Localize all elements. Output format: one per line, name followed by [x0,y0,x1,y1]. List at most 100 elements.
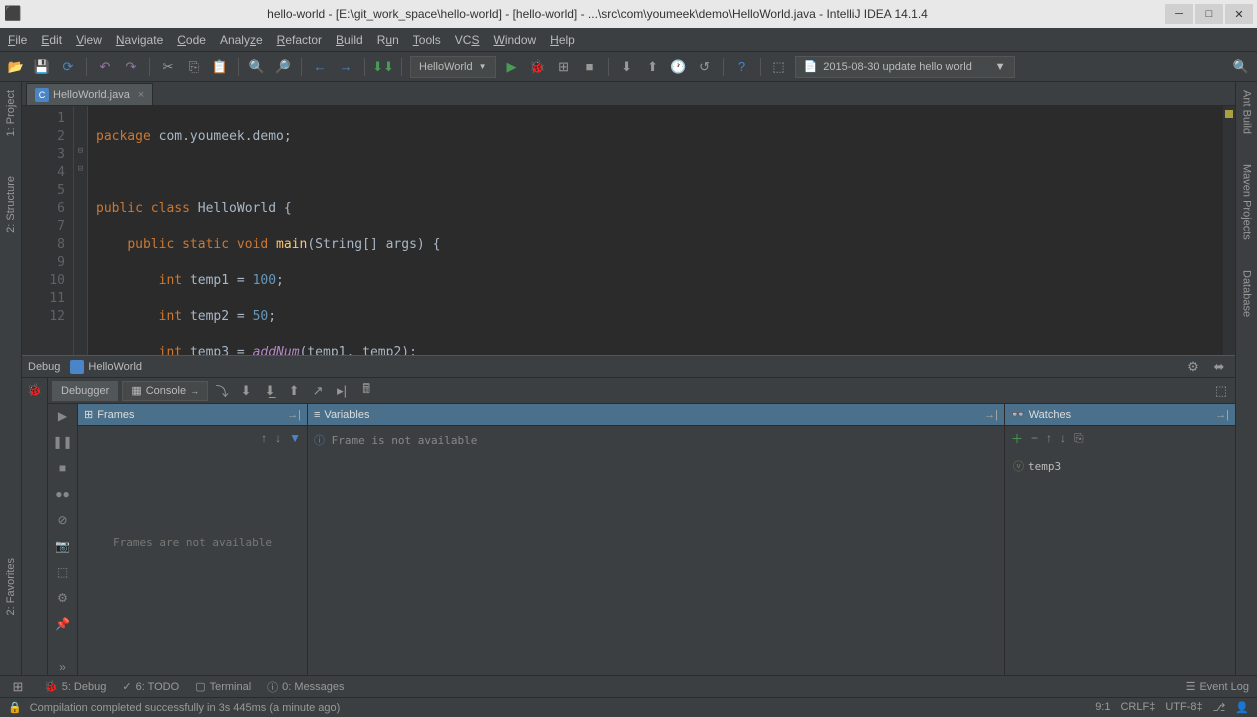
menu-analyze[interactable]: Analyze [220,33,263,47]
vcs-history-icon[interactable]: 🕐 [669,57,689,77]
watch-up-icon[interactable]: ↑ [1046,431,1052,445]
caret-position[interactable]: 9:1 [1095,701,1110,714]
fold-icon[interactable]: ⊟ [74,146,87,164]
hide-icon[interactable]: →| [287,409,301,421]
run-config-select[interactable]: HelloWorld ▼ [410,56,496,78]
tab-close-icon[interactable]: × [138,89,144,101]
get-thread-dump-icon[interactable]: 📷 [55,538,71,554]
view-breakpoints-icon[interactable]: ●● [55,486,71,502]
evaluate-icon[interactable]: 🖩 [356,381,376,401]
filter-icon[interactable]: ▼ [289,431,301,445]
hide-icon[interactable]: →| [984,409,998,421]
tab-helloworld[interactable]: C HelloWorld.java × [26,83,153,105]
run-to-cursor-icon[interactable]: ▸| [332,381,352,401]
code-area[interactable]: package com.youmeek.demo; public class H… [88,106,1235,355]
restore-icon[interactable]: ⬚ [55,564,71,580]
paste-icon[interactable]: 📋 [210,57,230,77]
tool-favorites[interactable]: 2: Favorites [5,558,17,615]
undo-icon[interactable]: ↶ [95,57,115,77]
search-everywhere-icon[interactable]: 🔍 [1231,57,1251,77]
drop-frame-icon[interactable]: ↗ [308,381,328,401]
tool-messages[interactable]: ⓘ0: Messages [267,679,344,695]
menu-refactor[interactable]: Refactor [277,33,322,47]
make-icon[interactable]: ⬇⬇ [373,57,393,77]
help-icon[interactable]: ? [732,57,752,77]
tool-ant[interactable]: Ant Build [1241,90,1253,134]
tool-window-icon[interactable]: ⊞ [8,677,28,697]
remove-watch-icon[interactable]: − [1031,431,1038,445]
copy-icon[interactable]: ⎘ [184,57,204,77]
prev-frame-icon[interactable]: ↑ [261,431,267,445]
back-icon[interactable]: ← [310,57,330,77]
menu-help[interactable]: Help [550,33,575,47]
tool-structure[interactable]: 2: Structure [5,176,17,233]
minimize-panel-icon[interactable]: ⬌ [1209,357,1229,377]
editor-scrollbar[interactable] [1223,106,1235,355]
menu-edit[interactable]: Edit [41,33,62,47]
redo-icon[interactable]: ↷ [121,57,141,77]
next-frame-icon[interactable]: ↓ [275,431,281,445]
minimize-button[interactable]: ─ [1165,4,1193,24]
stop-icon[interactable]: ■ [580,57,600,77]
menu-tools[interactable]: Tools [413,33,441,47]
sync-icon[interactable]: ⟳ [58,57,78,77]
copy-watch-icon[interactable]: ⎘ [1074,431,1084,446]
tool-todo[interactable]: ✓6: TODO [122,680,179,693]
resume-icon[interactable]: ▶ [55,408,71,424]
close-button[interactable]: ✕ [1225,4,1253,24]
rerun-icon[interactable]: 🐞 [27,382,43,398]
editor[interactable]: 123456789101112 ⊟⊟ package com.youmeek.d… [22,106,1235,355]
watch-down-icon[interactable]: ↓ [1060,431,1066,445]
menu-run[interactable]: Run [377,33,399,47]
force-step-icon[interactable]: ⬇̲ [260,381,280,401]
tool-maven[interactable]: Maven Projects [1241,164,1253,240]
menu-window[interactable]: Window [493,33,536,47]
git-branch-icon[interactable]: ⎇ [1213,701,1226,714]
lock-icon[interactable]: 🔒 [8,701,22,714]
tool-project[interactable]: 1: Project [5,90,17,136]
structure-icon[interactable]: ⬚ [769,57,789,77]
watch-item[interactable]: ⓥ temp3 [1011,456,1229,476]
tool-debug[interactable]: 🐞5: Debug [44,680,106,693]
mute-breakpoints-icon[interactable]: ⊘ [55,512,71,528]
find-icon[interactable]: 🔍 [247,57,267,77]
settings-icon[interactable]: ⚙ [55,590,71,606]
run-icon[interactable]: ▶ [502,57,522,77]
step-into-icon[interactable]: ⬇ [236,381,256,401]
more-icon[interactable]: » [55,659,71,675]
coverage-icon[interactable]: ⊞ [554,57,574,77]
tab-debugger[interactable]: Debugger [52,381,118,401]
vcs-changelist-select[interactable]: 📄 2015-08-30 update hello world ▼ [795,56,1015,78]
gear-icon[interactable]: ⚙ [1183,357,1203,377]
restore-layout-icon[interactable]: ⬚ [1211,381,1231,401]
replace-icon[interactable]: 🔎 [273,57,293,77]
maximize-button[interactable]: □ [1195,4,1223,24]
menu-build[interactable]: Build [336,33,363,47]
hide-icon[interactable]: →| [1215,409,1229,421]
vcs-update-icon[interactable]: ⬇ [617,57,637,77]
save-icon[interactable]: 💾 [32,57,52,77]
menu-file[interactable]: File [8,33,27,47]
open-icon[interactable]: 📂 [6,57,26,77]
tool-terminal[interactable]: ▢Terminal [195,680,251,693]
stop-debug-icon[interactable]: ■ [55,460,71,476]
add-watch-icon[interactable]: ＋ [1011,430,1023,447]
file-encoding[interactable]: UTF-8‡ [1165,701,1202,714]
menu-vcs[interactable]: VCS [455,33,480,47]
forward-icon[interactable]: → [336,57,356,77]
inspector-icon[interactable]: 👤 [1235,701,1249,714]
step-out-icon[interactable]: ⬆ [284,381,304,401]
menu-code[interactable]: Code [177,33,206,47]
pause-icon[interactable]: ❚❚ [55,434,71,450]
step-over-icon[interactable]: ⤵ [212,381,232,401]
debug-icon[interactable]: 🐞 [528,57,548,77]
menu-view[interactable]: View [76,33,102,47]
line-separator[interactable]: CRLF‡ [1120,701,1155,714]
debug-config[interactable]: HelloWorld [70,360,142,374]
cut-icon[interactable]: ✂ [158,57,178,77]
tool-eventlog[interactable]: ☰Event Log [1186,680,1249,693]
fold-icon[interactable]: ⊟ [74,164,87,182]
tab-console[interactable]: ▦Console→ [122,381,208,401]
vcs-commit-icon[interactable]: ⬆ [643,57,663,77]
pin-icon[interactable]: 📌 [55,616,71,632]
